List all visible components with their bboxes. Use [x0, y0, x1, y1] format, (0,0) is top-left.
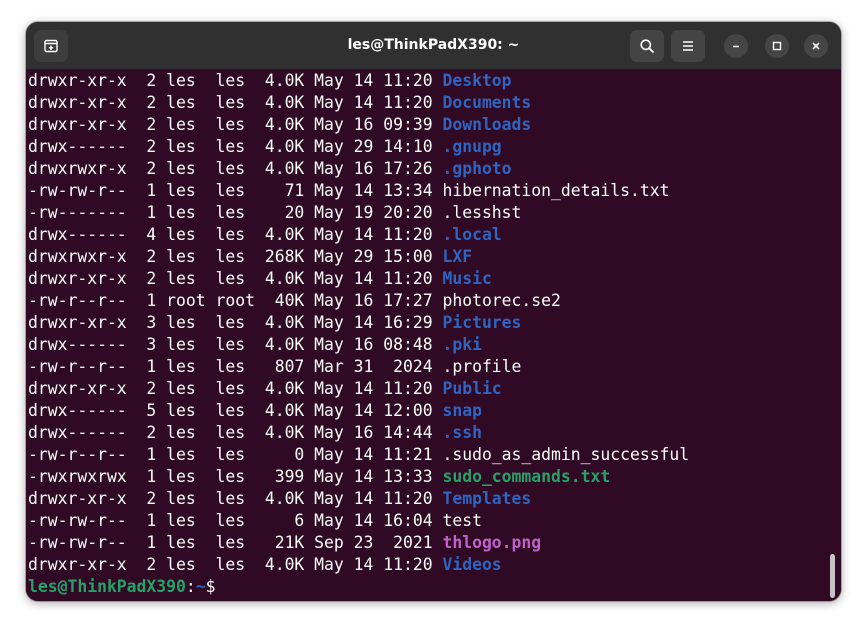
- listing-row-filename: LXF: [442, 247, 473, 266]
- listing-row-attributes: -rw------- 1 les les 20 May 19 20:20: [28, 203, 443, 222]
- listing-row-attributes: -rwxrwxrwx 1 les les 399 May 14 13:33: [28, 467, 443, 486]
- listing-row-attributes: -rw-r--r-- 1 root root 40K May 16 17:27: [28, 291, 443, 310]
- listing-row-filename: Desktop: [442, 71, 512, 90]
- search-icon: [640, 39, 654, 53]
- listing-row: -rw-rw-r-- 1 les les 6 May 14 16:04 test: [28, 510, 689, 532]
- listing-row-attributes: drwx------ 4 les les 4.0K May 14 11:20: [28, 225, 443, 244]
- listing-row: -rw-rw-r-- 1 les les 21K Sep 23 2021 thl…: [28, 532, 689, 554]
- listing-row: drwxr-xr-x 2 les les 4.0K May 14 11:20 T…: [28, 488, 689, 510]
- new-tab-button[interactable]: [34, 30, 68, 62]
- listing-row: drwxr-xr-x 2 les les 4.0K May 14 11:20 M…: [28, 268, 689, 290]
- listing-row-filename: Music: [442, 269, 492, 288]
- listing-row: drwx------ 4 les les 4.0K May 14 11:20 .…: [28, 224, 689, 246]
- listing-row: -rw-r--r-- 1 root root 40K May 16 17:27 …: [28, 290, 689, 312]
- listing-row-filename: .pki: [442, 335, 482, 354]
- terminal-window: les@ThinkPadX390: ~ drwxr-xr-x 2 les les…: [26, 22, 841, 601]
- listing-row-attributes: drwx------ 2 les les 4.0K May 16 14:44: [28, 423, 443, 442]
- listing-row-attributes: drwx------ 3 les les 4.0K May 16 08:48: [28, 335, 443, 354]
- listing-row: -rwxrwxrwx 1 les les 399 May 14 13:33 su…: [28, 466, 689, 488]
- listing-row-attributes: drwxr-xr-x 2 les les 4.0K May 14 11:20: [28, 269, 443, 288]
- maximize-button[interactable]: [765, 34, 789, 58]
- listing-row-filename: hibernation_details.txt: [442, 181, 670, 200]
- listing-row: drwxr-xr-x 2 les les 4.0K May 14 11:20 D…: [28, 92, 689, 114]
- listing-row-attributes: drwx------ 2 les les 4.0K May 29 14:10: [28, 137, 443, 156]
- listing-row-attributes: drwxr-xr-x 2 les les 4.0K May 14 11:20: [28, 555, 443, 574]
- prompt-symbol: $: [205, 577, 216, 596]
- listing-row-filename: Documents: [442, 93, 532, 112]
- listing-row: drwx------ 2 les les 4.0K May 16 14:44 .…: [28, 422, 689, 444]
- listing-row-attributes: -rw-r--r-- 1 les les 807 Mar 31 2024: [28, 357, 443, 376]
- maximize-icon: [772, 41, 782, 51]
- listing-row-filename: sudo_commands.txt: [442, 467, 611, 486]
- new-tab-icon: [44, 39, 58, 53]
- scrollbar[interactable]: [830, 554, 835, 598]
- header-bar: les@ThinkPadX390: ~: [26, 22, 841, 70]
- listing-row-attributes: -rw-r--r-- 1 les les 0 May 14 11:21: [28, 445, 443, 464]
- prompt-user-host: les@ThinkPadX390: [28, 577, 186, 596]
- listing-row: -rw-r--r-- 1 les les 0 May 14 11:21 .sud…: [28, 444, 689, 466]
- listing-row-attributes: drwx------ 5 les les 4.0K May 14 12:00: [28, 401, 443, 420]
- listing-row: drwxr-xr-x 2 les les 4.0K May 14 11:20 D…: [28, 70, 689, 92]
- listing-row: -rw------- 1 les les 20 May 19 20:20 .le…: [28, 202, 689, 224]
- listing-row: -rw-rw-r-- 1 les les 71 May 14 13:34 hib…: [28, 180, 689, 202]
- window-title: les@ThinkPadX390: ~: [347, 37, 520, 53]
- shell-prompt[interactable]: les@ThinkPadX390:~$: [28, 576, 689, 598]
- listing-row-attributes: drwxr-xr-x 2 les les 4.0K May 16 09:39: [28, 115, 443, 134]
- listing-row: drwxr-xr-x 2 les les 4.0K May 14 11:20 P…: [28, 378, 689, 400]
- listing-row-attributes: drwxr-xr-x 3 les les 4.0K May 14 16:29: [28, 313, 443, 332]
- listing-row-attributes: drwxr-xr-x 2 les les 4.0K May 14 11:20: [28, 489, 443, 508]
- listing-row-attributes: drwxrwxr-x 2 les les 4.0K May 16 17:26: [28, 159, 443, 178]
- minimize-button[interactable]: [724, 34, 748, 58]
- listing-row-filename: photorec.se2: [442, 291, 561, 310]
- listing-row-attributes: drwxr-xr-x 2 les les 4.0K May 14 11:20: [28, 379, 443, 398]
- listing-row-filename: .profile: [442, 357, 522, 376]
- listing-row-attributes: -rw-rw-r-- 1 les les 71 May 14 13:34: [28, 181, 443, 200]
- listing-row-filename: .ssh: [442, 423, 482, 442]
- listing-row-filename: Public: [442, 379, 502, 398]
- listing-row-filename: snap: [442, 401, 482, 420]
- listing-row: drwxr-xr-x 2 les les 4.0K May 14 11:20 V…: [28, 554, 689, 576]
- listing-row-filename: Pictures: [442, 313, 522, 332]
- hamburger-menu-icon: [683, 41, 693, 51]
- listing-row-filename: .gphoto: [442, 159, 512, 178]
- search-button[interactable]: [630, 30, 664, 62]
- listing-row-attributes: drwxrwxr-x 2 les les 268K May 29 15:00: [28, 247, 443, 266]
- listing-row: drwx------ 3 les les 4.0K May 16 08:48 .…: [28, 334, 689, 356]
- listing-row-filename: .sudo_as_admin_successful: [442, 445, 690, 464]
- listing-row-filename: .lesshst: [442, 203, 522, 222]
- listing-row: drwx------ 5 les les 4.0K May 14 12:00 s…: [28, 400, 689, 422]
- listing-row-filename: Templates: [442, 489, 532, 508]
- listing-row-attributes: drwxr-xr-x 2 les les 4.0K May 14 11:20: [28, 93, 443, 112]
- terminal-output[interactable]: drwxr-xr-x 2 les les 4.0K May 14 11:20 D…: [26, 70, 841, 601]
- listing-row-attributes: -rw-rw-r-- 1 les les 6 May 14 16:04: [28, 511, 443, 530]
- listing-row-filename: .gnupg: [442, 137, 502, 156]
- listing-row: drwxrwxr-x 2 les les 268K May 29 15:00 L…: [28, 246, 689, 268]
- listing-row: drwx------ 2 les les 4.0K May 29 14:10 .…: [28, 136, 689, 158]
- close-button[interactable]: [804, 34, 828, 58]
- minimize-icon: [733, 45, 739, 48]
- listing-output: drwxr-xr-x 2 les les 4.0K May 14 11:20 D…: [28, 70, 689, 598]
- listing-row: drwxr-xr-x 3 les les 4.0K May 14 16:29 P…: [28, 312, 689, 334]
- prompt-path: ~: [195, 577, 206, 596]
- listing-row-filename: Downloads: [442, 115, 532, 134]
- listing-row-filename: thlogo.png: [442, 533, 542, 552]
- main-menu-button[interactable]: [671, 30, 705, 62]
- listing-row: drwxr-xr-x 2 les les 4.0K May 16 09:39 D…: [28, 114, 689, 136]
- listing-row: drwxrwxr-x 2 les les 4.0K May 16 17:26 .…: [28, 158, 689, 180]
- prompt-separator: :: [185, 577, 196, 596]
- listing-row-attributes: drwxr-xr-x 2 les les 4.0K May 14 11:20: [28, 71, 443, 90]
- close-icon: [812, 42, 820, 50]
- listing-row-filename: .local: [442, 225, 502, 244]
- listing-row: -rw-r--r-- 1 les les 807 Mar 31 2024 .pr…: [28, 356, 689, 378]
- listing-row-filename: test: [442, 511, 482, 530]
- listing-row-attributes: -rw-rw-r-- 1 les les 21K Sep 23 2021: [28, 533, 443, 552]
- listing-row-filename: Videos: [442, 555, 502, 574]
